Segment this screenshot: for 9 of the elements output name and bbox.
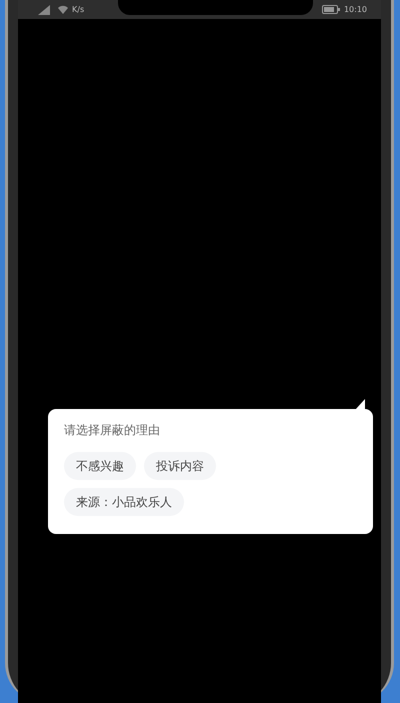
- popup-title: 请选择屏蔽的理由: [64, 422, 161, 439]
- reason-chip[interactable]: 投诉内容: [144, 452, 216, 480]
- reason-chip[interactable]: 来源：小品欢乐人: [64, 488, 184, 516]
- battery-icon: [322, 5, 340, 14]
- wifi-icon: [58, 5, 68, 14]
- signal-icon: [38, 4, 50, 14]
- clock-time: 10:10: [344, 4, 367, 16]
- network-speed: K/s: [72, 4, 84, 16]
- reason-chip[interactable]: 不感兴趣: [64, 452, 136, 480]
